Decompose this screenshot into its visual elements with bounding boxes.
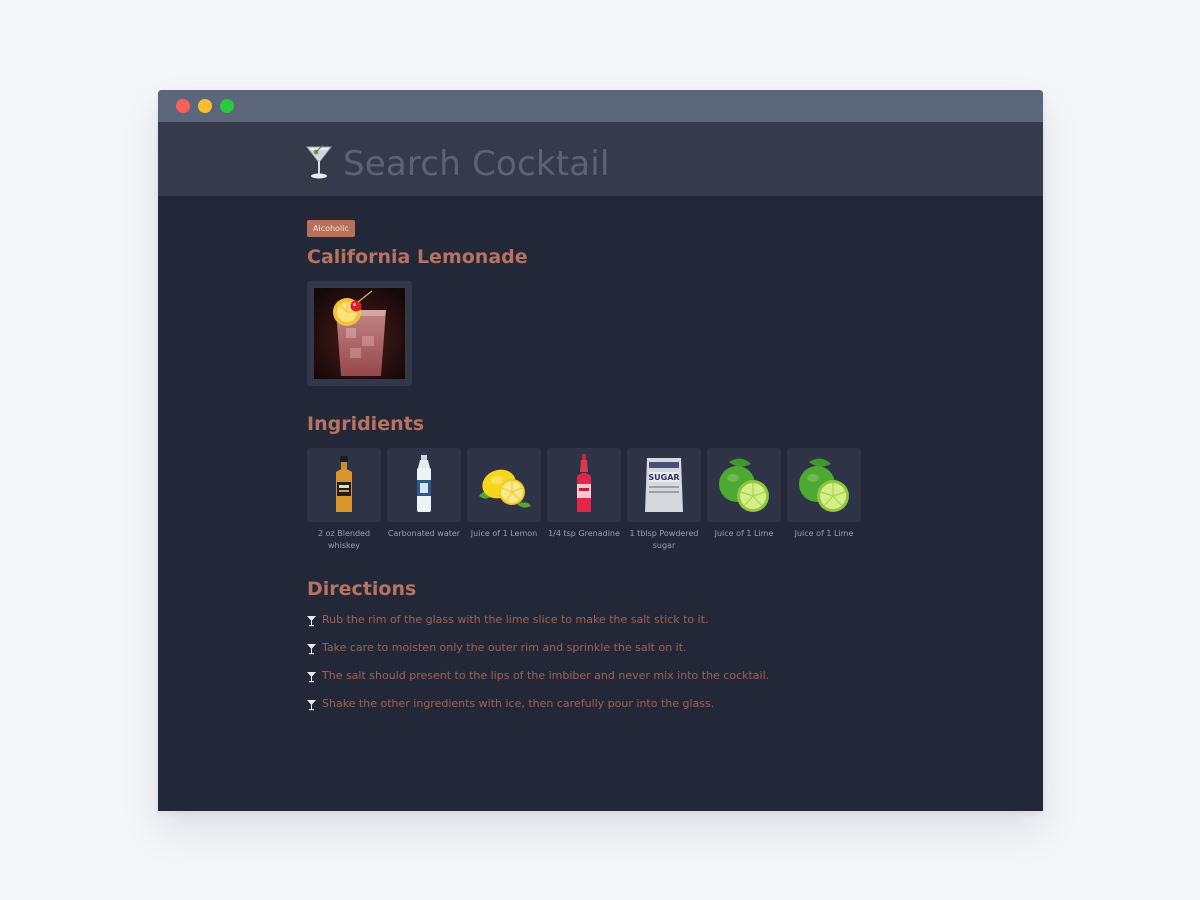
- ingredient-label: Juice of 1 Lime: [714, 529, 774, 538]
- ingredient-label: 2 oz Blended whiskey: [317, 529, 371, 550]
- direction-text: Take care to moisten only the outer rim …: [322, 641, 687, 654]
- sugar-bag-icon: SUGAR: [645, 458, 683, 512]
- cocktail-glass-icon: [307, 644, 316, 655]
- direction-text: Rub the rim of the glass with the lime s…: [322, 613, 709, 626]
- ingredient-thumbnail: SUGAR: [627, 448, 701, 522]
- cocktail-glass-icon: [307, 700, 316, 711]
- lemon-icon: [479, 469, 531, 508]
- close-window-button[interactable]: [176, 99, 190, 113]
- direction-text: The salt should present to the lips of t…: [322, 669, 770, 682]
- cocktail-photo-image: [314, 288, 405, 379]
- window-titlebar: [158, 90, 1043, 122]
- ingredient-card[interactable]: Carbonated water: [387, 448, 461, 540]
- ingredient-thumbnail: [547, 448, 621, 522]
- maximize-window-button[interactable]: [220, 99, 234, 113]
- ingredient-card[interactable]: SUGAR 1 tblsp Powdered sugar: [627, 448, 701, 552]
- ingredient-label: Juice of 1 Lime: [794, 529, 854, 538]
- ingredient-label: Juice of 1 Lemon: [470, 529, 538, 538]
- search-input[interactable]: Search Cocktail: [343, 142, 610, 186]
- ingredient-thumbnail: [307, 448, 381, 522]
- lime-icon: [719, 458, 769, 512]
- cocktail-glass-icon: [307, 616, 316, 627]
- minimize-window-button[interactable]: [198, 99, 212, 113]
- whiskey-bottle-icon: [336, 456, 352, 512]
- svg-text:SUGAR: SUGAR: [648, 473, 679, 482]
- drink-photo: [307, 281, 412, 386]
- category-badge: Alcoholic: [307, 220, 355, 237]
- ingredient-thumbnail: [387, 448, 461, 522]
- cocktail-glass-icon: [307, 672, 316, 683]
- browser-window: Search Cocktail Alcoholic California Lem…: [158, 90, 1043, 811]
- ingredient-card[interactable]: Juice of 1 Lemon: [467, 448, 541, 540]
- grenadine-bottle-icon: [577, 454, 591, 512]
- ingredients-heading: Ingridients: [307, 413, 424, 435]
- ingredient-card[interactable]: Juice of 1 Lime: [707, 448, 781, 540]
- ingredient-card[interactable]: Juice of 1 Lime: [787, 448, 861, 540]
- lime-icon: [799, 458, 849, 512]
- ingredient-label: Carbonated water: [387, 529, 461, 538]
- water-bottle-icon: [417, 455, 431, 512]
- cocktail-glass-icon: [306, 144, 332, 179]
- drink-title: California Lemonade: [307, 246, 528, 268]
- ingredient-thumbnail: [787, 448, 861, 522]
- ingredient-label: 1/4 tsp Grenadine: [548, 529, 620, 538]
- ingredient-label: 1 tblsp Powdered sugar: [629, 529, 699, 550]
- ingredient-thumbnail: [707, 448, 781, 522]
- search-header: Search Cocktail: [158, 122, 1043, 196]
- ingredient-thumbnail: [467, 448, 541, 522]
- direction-text: Shake the other ingredients with ice, th…: [322, 697, 715, 710]
- ingredient-card[interactable]: 1/4 tsp Grenadine: [547, 448, 621, 540]
- ingredient-card[interactable]: 2 oz Blended whiskey: [307, 448, 381, 552]
- directions-heading: Directions: [307, 578, 417, 600]
